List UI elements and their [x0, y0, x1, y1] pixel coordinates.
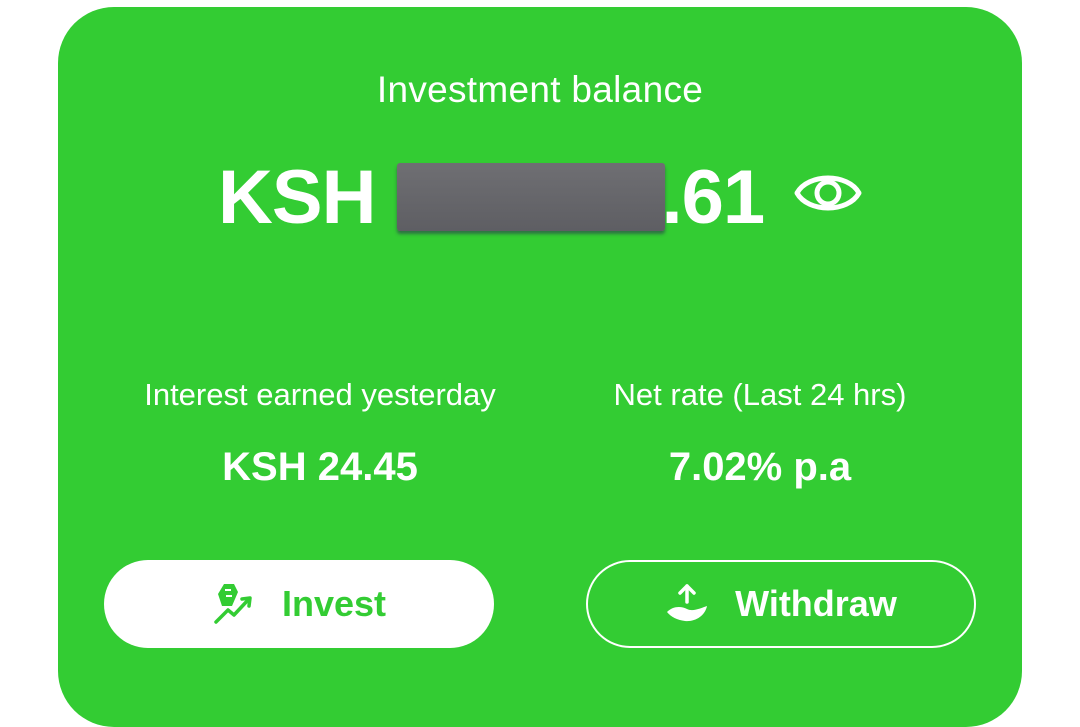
hand-upload-icon: [667, 584, 708, 622]
invest-button[interactable]: Invest: [104, 560, 494, 648]
net-rate-label: Net rate (Last 24 hrs): [613, 377, 907, 412]
masked-balance-value: [397, 163, 666, 231]
withdraw-button[interactable]: Withdraw: [586, 560, 976, 648]
withdraw-button-label: Withdraw: [735, 583, 897, 624]
invest-button-label: Invest: [281, 583, 387, 624]
money-growth-icon: [214, 584, 252, 624]
card-title: Investment balance: [376, 69, 704, 110]
balance-amount: KSH .61: [218, 147, 765, 247]
interest-earned-value: KSH 24.45: [222, 445, 418, 489]
interest-earned-label: Interest earned yesterday: [144, 377, 496, 412]
eye-icon[interactable]: [794, 163, 862, 223]
investment-balance-card: Investment balance KSH .61 Interest earn…: [58, 7, 1022, 727]
balance-currency: KSH: [218, 154, 376, 240]
balance-cents: .61: [661, 154, 765, 240]
net-rate-value: 7.02% p.a: [668, 445, 852, 489]
